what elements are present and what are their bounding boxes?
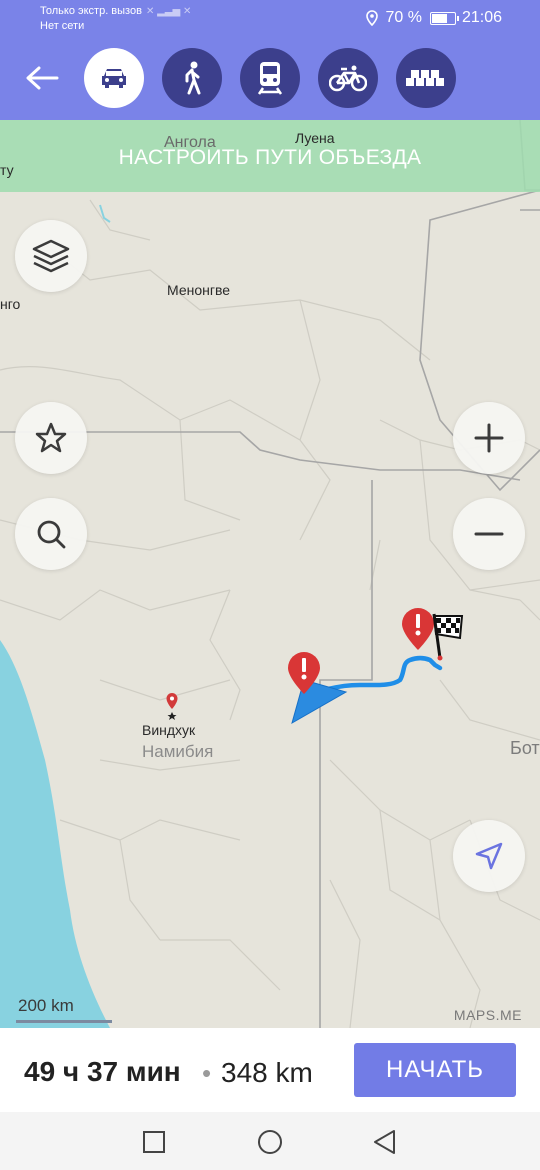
label-luena: Луена (295, 130, 335, 146)
transit-mode-button[interactable] (240, 48, 300, 108)
back-arrow-icon[interactable] (20, 56, 64, 100)
battery-percent: 70 % (385, 9, 422, 26)
signal-icon: ✕ ▂▃▅ ✕ (145, 6, 192, 17)
back-icon[interactable] (370, 1128, 398, 1156)
zoom-out-button[interactable] (453, 498, 525, 570)
clock: 21:06 (461, 9, 502, 26)
system-nav-bar (0, 1112, 540, 1170)
carrier-line-2: Нет сети (40, 20, 85, 32)
home-icon[interactable] (256, 1128, 284, 1156)
bicycle-icon (329, 65, 367, 92)
status-right: 70 % 21:06 (365, 9, 502, 27)
location-icon (366, 10, 379, 26)
label-menongue: Менонгве (167, 282, 231, 298)
detour-label: НАСТРОИТЬ ПУТИ ОБЪЕЗДА (118, 146, 422, 169)
zoom-in-button[interactable] (453, 402, 525, 474)
search-button[interactable] (15, 498, 87, 570)
recent-apps-icon[interactable] (140, 1128, 168, 1156)
route-separator: • (202, 1058, 212, 1088)
map-view[interactable]: НАСТРОИТЬ ПУТИ ОБЪЕЗДА Ангола Луена ту н… (0, 120, 540, 1028)
carrier-line-1: Только экстр. вызов (40, 5, 142, 17)
label-botswana-partial: Бот (510, 738, 540, 758)
route-panel: 49 ч 37 мин • 348 km НАЧАТЬ (0, 1028, 540, 1112)
pedestrian-mode-button[interactable] (162, 48, 222, 108)
label-angola: Ангола (164, 134, 216, 151)
route-time: 49 ч 37 мин (24, 1056, 181, 1087)
start-button[interactable]: НАЧАТЬ (354, 1043, 516, 1097)
train-icon (257, 62, 283, 95)
status-bar: Только экстр. вызов ✕ ▂▃▅ ✕ Нет сети 70 %… (0, 0, 540, 36)
layers-button[interactable] (15, 220, 87, 292)
bookmarks-button[interactable] (15, 402, 87, 474)
route-distance: 348 km (221, 1057, 313, 1088)
bicycle-mode-button[interactable] (318, 48, 378, 108)
detour-banner[interactable]: НАСТРОИТЬ ПУТИ ОБЪЕЗДА (0, 120, 540, 192)
plus-icon (474, 423, 504, 453)
ocean (0, 640, 110, 1028)
search-icon (37, 520, 66, 549)
windhoek-pin-icon (166, 693, 178, 720)
attribution: MAPS.ME (453, 1007, 522, 1023)
label-edge-left-1: ту (0, 162, 14, 178)
scale-bar (16, 1020, 112, 1023)
transport-mode-bar (0, 36, 540, 120)
battery-fill (431, 13, 447, 23)
navigation-arrow-icon (475, 842, 503, 870)
my-location-button[interactable] (453, 820, 525, 892)
layers-icon (32, 239, 70, 273)
star-icon (35, 422, 67, 453)
label-edge-left-2: нго (0, 296, 21, 312)
taxi-mode-button[interactable] (396, 48, 456, 108)
route-line (319, 655, 443, 693)
finish-flag-icon (432, 613, 464, 661)
battery-icon (429, 11, 459, 25)
carrier-info: Только экстр. вызов ✕ ▂▃▅ ✕ Нет сети (40, 4, 191, 34)
minus-icon (474, 532, 504, 536)
label-namibia: Намибия (142, 742, 214, 761)
car-icon (102, 69, 126, 88)
app-root: Только экстр. вызов ✕ ▂▃▅ ✕ Нет сети 70 %… (0, 0, 540, 1170)
taxi-icon (406, 70, 444, 86)
river (99, 204, 111, 223)
pedestrian-icon (185, 61, 201, 95)
scale-label: 200 km (18, 996, 74, 1015)
car-mode-button[interactable] (84, 48, 144, 108)
label-windhoek: Виндхук (142, 722, 196, 738)
warning-marker-icon[interactable] (286, 650, 322, 696)
